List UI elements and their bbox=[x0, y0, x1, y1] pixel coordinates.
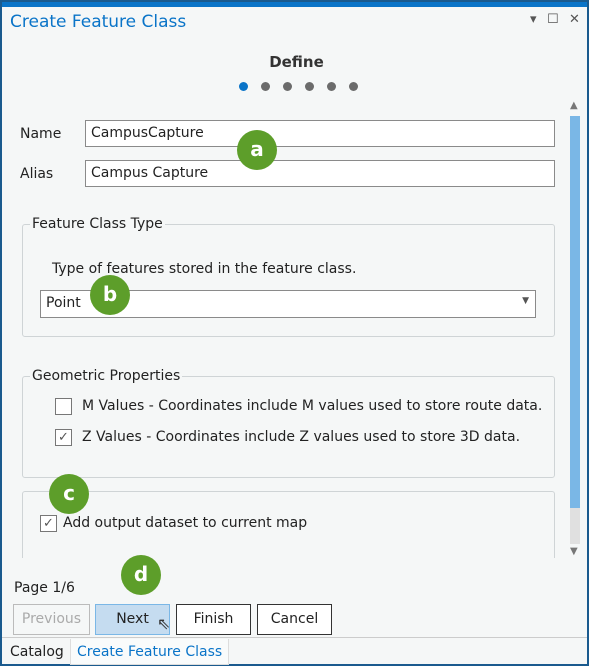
geometric-properties-group bbox=[22, 376, 555, 478]
m-values-label: M Values - Coordinates include M values … bbox=[82, 398, 543, 414]
z-values-checkbox[interactable]: ✓ bbox=[55, 429, 72, 446]
feature-type-description: Type of features stored in the feature c… bbox=[52, 261, 357, 277]
step-dot-6[interactable] bbox=[349, 82, 358, 91]
alias-label: Alias bbox=[20, 166, 54, 182]
add-output-label: Add output dataset to current map bbox=[63, 515, 308, 531]
finish-button[interactable]: Finish bbox=[176, 604, 251, 635]
callout-a: a bbox=[237, 130, 277, 170]
step-dot-4[interactable] bbox=[305, 82, 314, 91]
name-input[interactable]: CampusCapture bbox=[85, 120, 555, 147]
alias-input[interactable]: Campus Capture bbox=[85, 160, 555, 187]
cancel-button[interactable]: Cancel bbox=[257, 604, 332, 635]
step-dot-1[interactable] bbox=[239, 82, 248, 91]
page-indicator: Page 1/6 bbox=[14, 580, 75, 596]
check-icon: ✓ bbox=[43, 516, 54, 531]
step-dot-2[interactable] bbox=[261, 82, 270, 91]
close-icon[interactable]: ✕ bbox=[569, 12, 580, 27]
m-values-checkbox[interactable] bbox=[55, 398, 72, 415]
tab-create-feature-class[interactable]: Create Feature Class bbox=[70, 639, 230, 665]
mouse-cursor-icon: ⇖ bbox=[157, 614, 171, 633]
scroll-thumb[interactable] bbox=[570, 116, 580, 508]
feature-type-selected: Point bbox=[46, 295, 81, 311]
previous-button[interactable]: Previous bbox=[13, 604, 90, 635]
step-dot-5[interactable] bbox=[327, 82, 336, 91]
create-feature-class-pane: Create Feature Class ▾ ☐ ✕ Define ▲ ▼ Na… bbox=[0, 0, 589, 666]
feature-class-type-legend: Feature Class Type bbox=[30, 216, 165, 232]
add-output-checkbox[interactable]: ✓ bbox=[40, 515, 57, 532]
maximize-icon[interactable]: ☐ bbox=[547, 12, 559, 27]
callout-c: c bbox=[49, 474, 89, 514]
scroll-track[interactable] bbox=[570, 508, 580, 544]
scroll-up-icon[interactable]: ▲ bbox=[570, 100, 578, 111]
tab-catalog[interactable]: Catalog bbox=[4, 639, 70, 665]
tab-divider bbox=[2, 637, 587, 638]
callout-d: d bbox=[121, 555, 161, 595]
pane-options-dropdown-icon[interactable]: ▾ bbox=[530, 12, 537, 27]
vertical-scrollbar[interactable]: ▲ ▼ bbox=[568, 100, 582, 560]
step-dot-3[interactable] bbox=[283, 82, 292, 91]
chevron-down-icon: ▼ bbox=[522, 296, 529, 306]
pane-accent-bar bbox=[2, 2, 587, 7]
pane-title: Create Feature Class bbox=[10, 12, 187, 32]
check-icon: ✓ bbox=[58, 430, 69, 445]
geometric-properties-legend: Geometric Properties bbox=[30, 368, 183, 384]
scroll-down-icon[interactable]: ▼ bbox=[570, 546, 578, 557]
name-label: Name bbox=[20, 126, 62, 142]
callout-b: b bbox=[90, 275, 130, 315]
step-title: Define bbox=[269, 53, 324, 71]
z-values-label: Z Values - Coordinates include Z values … bbox=[82, 429, 521, 445]
